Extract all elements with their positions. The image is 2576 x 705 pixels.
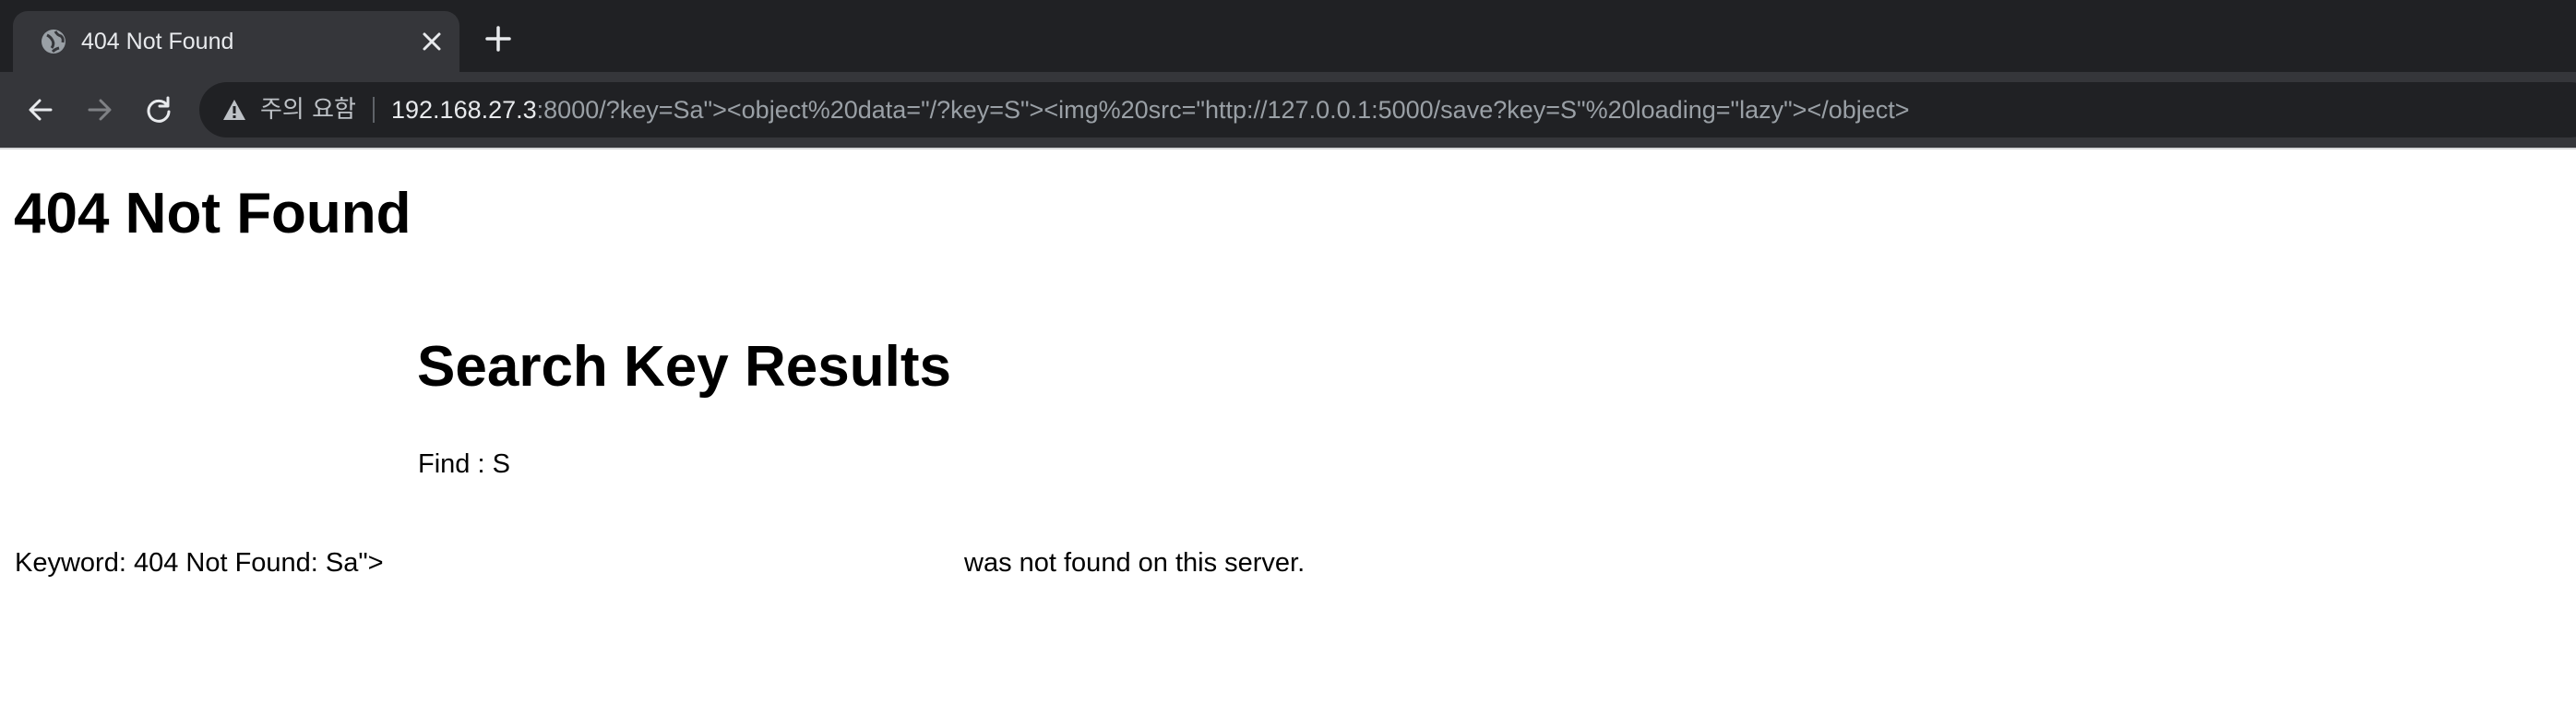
omnibox-divider (373, 97, 375, 123)
tab-title: 404 Not Found (81, 29, 234, 54)
forward-button[interactable] (78, 88, 122, 132)
not-found-message: was not found on this server. (964, 548, 1306, 578)
url-path: :8000/?key=Sa"><object%20data="/?key=S">… (536, 96, 1910, 124)
globe-icon (39, 27, 68, 56)
tab-strip: 404 Not Found (0, 0, 2576, 72)
url-host: 192.168.27.3 (391, 96, 537, 124)
toolbar-divider (0, 148, 2576, 149)
page-title: 404 Not Found (14, 182, 411, 245)
plus-icon (485, 26, 511, 52)
keyword-text: Keyword: 404 Not Found: Sa"> (15, 548, 384, 578)
warning-icon[interactable] (221, 97, 247, 123)
reload-icon (147, 96, 171, 123)
url-text[interactable]: 192.168.27.3:8000/?key=Sa"><object%20dat… (391, 82, 1910, 137)
browser-toolbar: 주의 요함 192.168.27.3:8000/?key=Sa"><object… (0, 72, 2576, 148)
arrow-right-icon (88, 99, 112, 121)
security-status-label[interactable]: 주의 요함 (260, 82, 356, 137)
reload-button[interactable] (137, 88, 181, 132)
find-text: Find : S (418, 449, 510, 479)
new-tab-button[interactable] (478, 18, 519, 59)
back-button[interactable] (18, 88, 63, 132)
close-icon[interactable] (417, 27, 447, 56)
address-bar[interactable]: 주의 요함 192.168.27.3:8000/?key=Sa"><object… (199, 82, 2576, 137)
results-heading: Search Key Results (417, 335, 951, 399)
tab-active[interactable]: 404 Not Found (13, 11, 459, 72)
arrow-left-icon (29, 99, 53, 121)
